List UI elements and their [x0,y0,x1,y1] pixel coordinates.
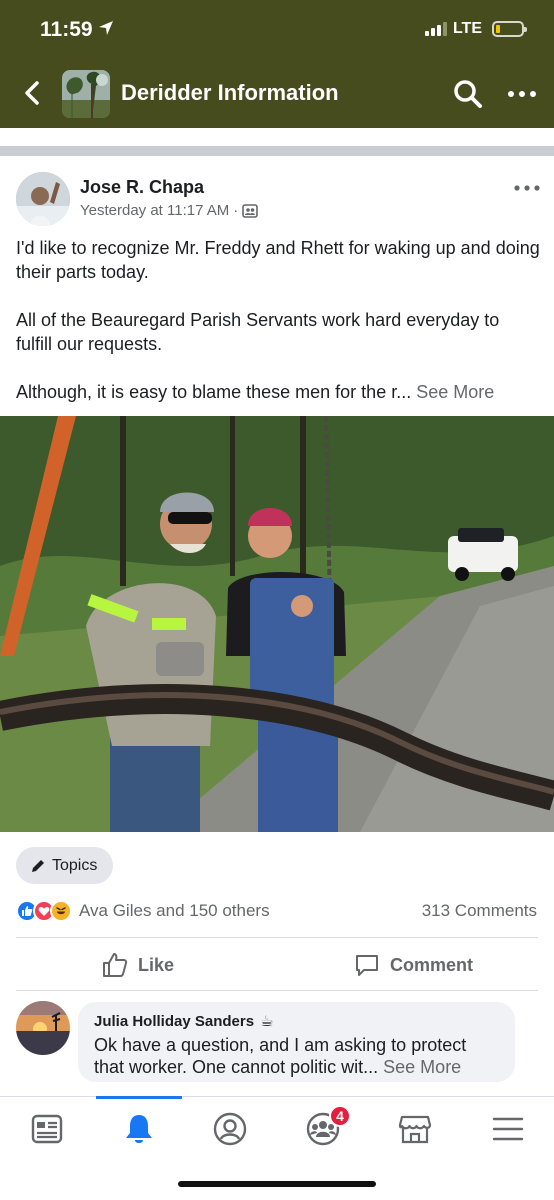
tab-profile[interactable] [210,1111,250,1147]
comments-count[interactable]: 313 Comments [422,901,537,921]
tab-news-feed[interactable] [27,1111,67,1147]
active-tab-indicator [96,1096,182,1099]
feed-separator [0,146,554,156]
topics-label: Topics [52,856,98,874]
status-time: 11:59 [40,18,93,41]
more-options-icon[interactable] [506,84,538,104]
post-paragraph: All of the Beauregard Parish Servants wo… [16,310,500,354]
group-avatar[interactable] [62,70,110,118]
news-feed-icon [31,1114,63,1144]
hamburger-menu-icon [492,1117,524,1141]
post-paragraph: Although, it is easy to blame these men … [16,380,540,404]
tab-marketplace[interactable] [395,1111,435,1147]
pencil-icon [32,859,44,872]
marketplace-icon [398,1115,432,1144]
group-header-bar: 11:59 LTE Deridder Information [0,0,554,128]
like-label: Like [138,954,175,975]
commenter-name[interactable]: Julia Holliday Sanders [94,1013,254,1030]
comment-text: Ok have a question, and I am asking to p… [94,1034,499,1078]
reaction-names: Ava Giles and 150 others [79,901,270,920]
profile-icon [213,1112,247,1146]
coffee-icon: ☕ [260,1013,274,1030]
meta-dot: · [233,202,239,219]
reactions-summary[interactable]: Ava Giles and 150 others [16,900,270,922]
see-more-link[interactable]: See More [416,382,494,402]
commenter-avatar[interactable] [16,1001,70,1055]
haha-reaction-icon [50,900,72,922]
like-button[interactable]: Like [102,952,174,978]
tab-notifications[interactable] [119,1111,159,1147]
post-body: I'd like to recognize Mr. Freddy and Rhe… [16,236,540,428]
author-avatar[interactable] [16,172,70,226]
search-icon[interactable] [452,78,484,110]
divider [16,990,538,991]
thumbs-up-icon [103,953,128,977]
groups-badge: 4 [329,1105,351,1127]
signal-icon [424,22,447,36]
group-title[interactable]: Deridder Information [121,80,339,106]
workers-photo-image [0,416,554,832]
post-photo[interactable] [0,416,554,832]
back-button[interactable] [18,78,48,108]
author-photo-icon [16,172,70,226]
bell-icon [126,1115,152,1143]
network-type: LTE [452,20,482,37]
comment-see-more-link[interactable]: See More [383,1057,461,1077]
home-indicator[interactable] [178,1181,376,1187]
post-paragraph: I'd like to recognize Mr. Freddy and Rhe… [16,238,540,282]
comment-bubble[interactable]: Julia Holliday Sanders ☕ Ok have a quest… [78,1002,515,1082]
status-indicators: LTE [424,20,527,38]
post-options-icon[interactable] [512,180,542,196]
group-photo-icon [62,70,110,118]
commenter-name-row: Julia Holliday Sanders ☕ [94,1012,499,1031]
comment-label: Comment [390,954,474,975]
tab-groups[interactable]: 4 [303,1105,351,1147]
battery-icon [492,21,527,37]
comment-button[interactable]: Comment [354,952,473,978]
post-meta: Yesterday at 11:17 AM · [80,202,259,219]
group-members-icon [242,203,259,218]
location-arrow-icon [99,21,113,35]
post-author[interactable]: Jose R. Chapa [80,177,204,198]
tab-menu[interactable] [488,1111,528,1147]
post-timestamp[interactable]: Yesterday at 11:17 AM [80,202,229,219]
sunset-photo-icon [16,1001,70,1055]
post-paragraph-truncated: Although, it is easy to blame these men … [16,382,412,402]
comment-bubble-icon [356,955,378,976]
divider [16,937,538,938]
topics-button[interactable]: Topics [16,847,114,884]
